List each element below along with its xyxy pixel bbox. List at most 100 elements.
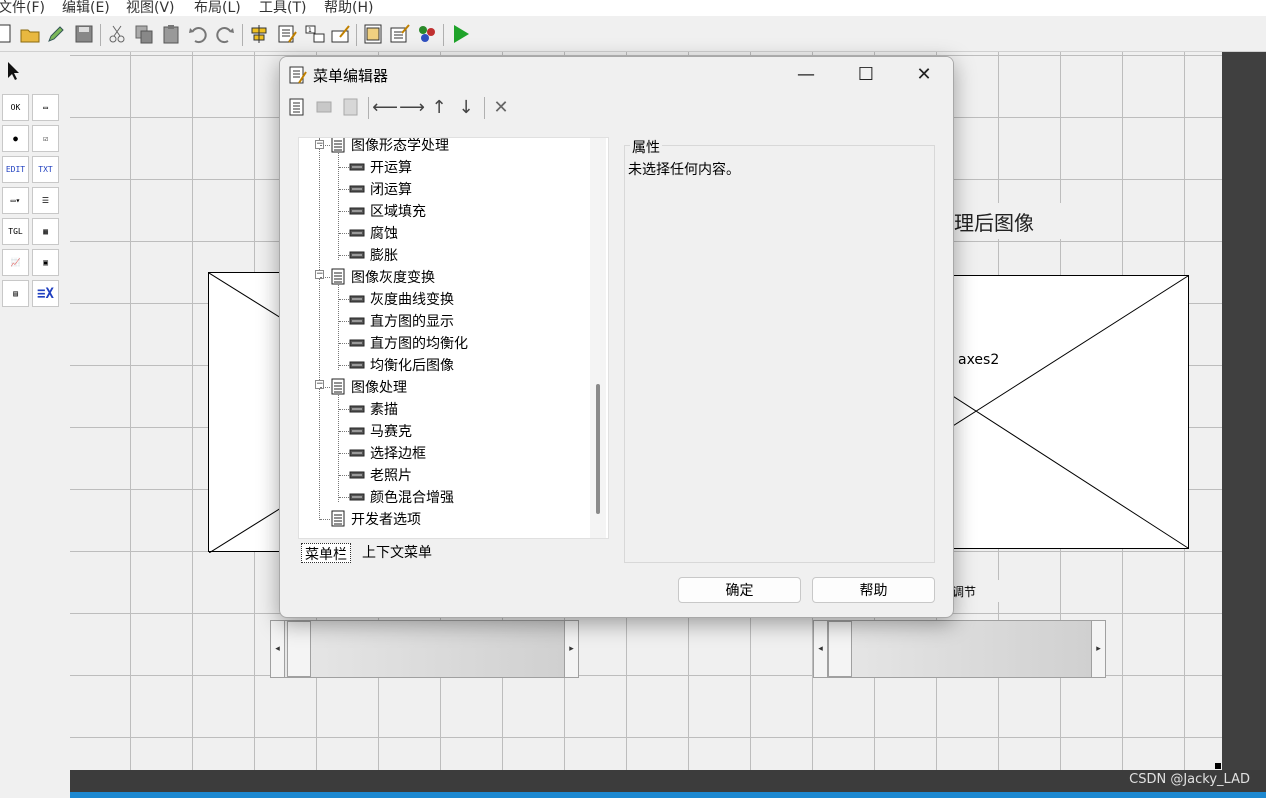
new-menu-item-icon[interactable] xyxy=(313,96,335,118)
menu-item-icon xyxy=(349,359,365,371)
tree-menu-item[interactable]: 灰度曲线变换 xyxy=(349,288,454,310)
object-browser-icon[interactable] xyxy=(389,23,411,45)
tree-menu-node[interactable]: 图像处理 xyxy=(330,376,407,398)
tree-menu-node[interactable]: 开发者选项 xyxy=(330,508,421,530)
toggle-button-icon[interactable]: TGL xyxy=(2,218,29,245)
tree-menu-item[interactable]: 开运算 xyxy=(349,156,412,178)
tab-menubar[interactable]: 菜单栏 xyxy=(301,543,351,563)
tree-item-label: 图像形态学处理 xyxy=(351,138,449,154)
run-icon[interactable] xyxy=(450,23,472,45)
color-palette-icon[interactable] xyxy=(416,23,438,45)
tree-menu-item[interactable]: 闭运算 xyxy=(349,178,412,200)
tree-guide-line xyxy=(339,409,349,410)
ok-button[interactable]: 确定 xyxy=(678,577,801,603)
button-group-icon[interactable]: ▤ xyxy=(2,280,29,307)
menu-item-icon xyxy=(349,293,365,305)
move-up-arrow-icon[interactable]: ↑ xyxy=(428,96,450,118)
menu-view[interactable]: 视图(V) xyxy=(126,0,175,17)
tree-item-label: 膨胀 xyxy=(370,248,398,264)
tree-menu-item[interactable]: 直方图的显示 xyxy=(349,310,454,332)
slider-right[interactable]: ◂ ▸ xyxy=(813,620,1106,678)
toolbar-separator xyxy=(242,24,243,46)
slider-icon[interactable]: ▭ xyxy=(32,94,59,121)
tree-scrollbar-thumb[interactable] xyxy=(596,384,600,514)
close-button[interactable]: ✕ xyxy=(895,57,953,91)
axes-icon[interactable]: 📈 xyxy=(2,249,29,276)
tree-menu-item[interactable]: 膨胀 xyxy=(349,244,398,266)
popup-menu-icon[interactable]: ▭▾ xyxy=(2,187,29,214)
axes2[interactable]: axes2 xyxy=(944,275,1189,549)
slider-left-arrow-icon[interactable]: ◂ xyxy=(814,621,828,677)
tree-menu-item[interactable]: 选择边框 xyxy=(349,442,426,464)
static-text-icon[interactable]: TXT xyxy=(32,156,59,183)
move-down-arrow-icon[interactable]: ↓ xyxy=(455,96,477,118)
pushbutton-icon[interactable]: OK xyxy=(2,94,29,121)
slider-thumb[interactable] xyxy=(828,621,852,677)
tree-item-label: 素描 xyxy=(370,402,398,418)
tree-menu-item[interactable]: 马赛克 xyxy=(349,420,412,442)
menu-help[interactable]: 帮助(H) xyxy=(324,0,373,17)
menu-editor-icon[interactable] xyxy=(276,23,298,45)
processed-image-title[interactable]: 理后图像 xyxy=(944,203,1074,239)
slider-thumb[interactable] xyxy=(287,621,311,677)
edit-text-icon[interactable]: EDIT xyxy=(2,156,29,183)
tree-menu-item[interactable]: 颜色混合增强 xyxy=(349,486,454,508)
tree-item-label: 灰度曲线变换 xyxy=(370,292,454,308)
menu-layout[interactable]: 布局(L) xyxy=(194,0,241,17)
tree-menu-node[interactable]: 图像形态学处理 xyxy=(330,138,449,156)
menu-file[interactable]: 文件(F) xyxy=(0,0,45,17)
activex-icon[interactable]: ≡X xyxy=(32,280,59,307)
tree-item-label: 腐蚀 xyxy=(370,226,398,242)
align-objects-icon[interactable] xyxy=(248,23,270,45)
tab-order-icon[interactable]: 1 xyxy=(304,23,326,45)
table-icon[interactable]: ▦ xyxy=(32,218,59,245)
menu-edit[interactable]: 编辑(E) xyxy=(62,0,110,17)
new-context-menu-icon[interactable] xyxy=(340,96,362,118)
panel-icon[interactable]: ▣ xyxy=(32,249,59,276)
radio-button-icon[interactable]: ● xyxy=(2,125,29,152)
editor-icon[interactable] xyxy=(330,23,352,45)
tree-menu-item[interactable]: 均衡化后图像 xyxy=(349,354,454,376)
help-button[interactable]: 帮助 xyxy=(812,577,935,603)
tree-menu-node[interactable]: 图像灰度变换 xyxy=(330,266,435,288)
slider-left[interactable]: ◂ ▸ xyxy=(270,620,579,678)
paste-icon[interactable] xyxy=(160,23,182,45)
move-left-arrow-icon[interactable]: ⟵ xyxy=(372,96,398,118)
property-inspector-icon[interactable] xyxy=(362,23,384,45)
tree-menu-item[interactable]: 腐蚀 xyxy=(349,222,398,244)
delete-icon[interactable]: ✕ xyxy=(490,96,512,118)
copy-icon[interactable] xyxy=(133,23,155,45)
tab-context-menu[interactable]: 上下文菜单 xyxy=(359,542,435,562)
slider-right-arrow-icon[interactable]: ▸ xyxy=(1091,621,1105,677)
tree-menu-item[interactable]: 直方图的均衡化 xyxy=(349,332,468,354)
slider-left-arrow-icon[interactable]: ◂ xyxy=(271,621,285,677)
new-file-icon[interactable] xyxy=(0,23,16,45)
edit-pen-icon[interactable] xyxy=(46,23,68,45)
maximize-button[interactable]: ☐ xyxy=(837,57,895,91)
axes1[interactable] xyxy=(208,272,289,553)
redo-icon[interactable] xyxy=(214,23,236,45)
slider-right-arrow-icon[interactable]: ▸ xyxy=(564,621,578,677)
listbox-icon[interactable]: ☰ xyxy=(32,187,59,214)
tree-menu-item[interactable]: 区域填充 xyxy=(349,200,426,222)
move-right-arrow-icon[interactable]: ⟶ xyxy=(399,96,425,118)
tree-menu-item[interactable]: 老照片 xyxy=(349,464,412,486)
tree-menu-item[interactable]: 素描 xyxy=(349,398,398,420)
menu-tree[interactable]: − − − 图像形态学处理 开运算 闭运算 区域填充 腐蚀 膨胀 图像灰度变换 灰度曲线变换直… xyxy=(298,137,609,539)
menu-tools[interactable]: 工具(T) xyxy=(259,0,306,17)
minimize-button[interactable]: — xyxy=(777,57,835,91)
main-toolbar: 1 xyxy=(0,18,1266,52)
tree-guide-line xyxy=(339,431,349,432)
tree-guide-line xyxy=(339,475,349,476)
new-menu-icon[interactable] xyxy=(286,96,308,118)
checkbox-icon[interactable]: ☑ xyxy=(32,125,59,152)
dialog-title-bar[interactable]: 菜单编辑器 — ☐ ✕ xyxy=(280,57,953,91)
menu-node-icon xyxy=(330,268,346,286)
undo-icon[interactable] xyxy=(187,23,209,45)
save-icon[interactable] xyxy=(73,23,95,45)
select-arrow-icon[interactable] xyxy=(4,60,24,86)
properties-group xyxy=(624,145,935,563)
canvas-resize-handle[interactable] xyxy=(1215,763,1221,769)
open-folder-icon[interactable] xyxy=(19,23,41,45)
cut-icon[interactable] xyxy=(106,23,128,45)
